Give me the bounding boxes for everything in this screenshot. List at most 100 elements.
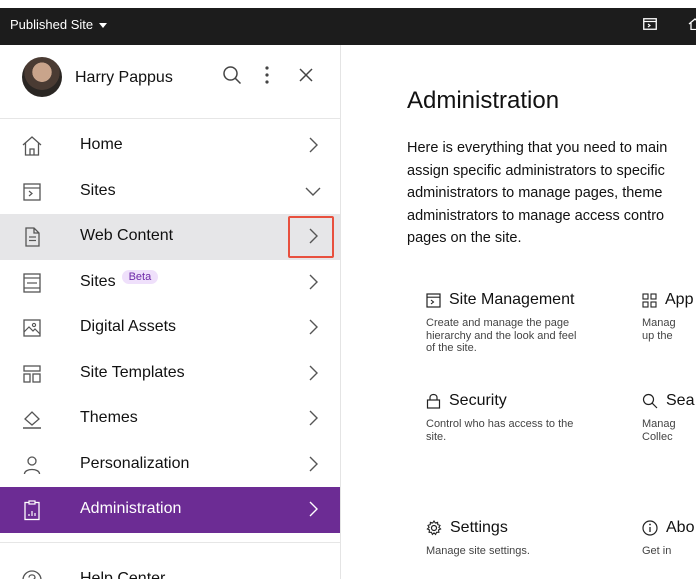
nav-item-label: Site Templates xyxy=(80,363,185,381)
caret-down-icon xyxy=(99,22,108,28)
card-apps[interactable]: App Manag up the xyxy=(642,291,693,342)
search-icon xyxy=(642,393,658,409)
nav-item-digital-assets[interactable]: Digital Assets xyxy=(0,305,340,351)
card-desc-line: Get in xyxy=(642,545,672,557)
home-icon xyxy=(22,136,42,156)
chevron-right-icon xyxy=(309,410,318,426)
nav-item-label: Themes xyxy=(80,409,138,426)
card-title: Security xyxy=(449,392,507,409)
clipboard-icon xyxy=(24,500,40,521)
nav-item-label: Sites xyxy=(80,181,116,199)
chevron-right-icon xyxy=(309,365,318,380)
chevron-right-icon xyxy=(309,137,318,153)
card-desc-line: Collec xyxy=(642,430,673,443)
nav-item-label: Administration xyxy=(80,500,182,517)
top-bar: Published Site xyxy=(0,0,696,45)
intro-line: pages on the site. xyxy=(407,230,522,246)
card-desc-line: of the site. xyxy=(426,342,477,354)
card-description: Manag Collec xyxy=(642,418,694,443)
card-description: Get in xyxy=(642,545,694,558)
card-search[interactable]: Sea Manag Collec xyxy=(642,392,694,443)
nav-item-personalization[interactable]: Personalization xyxy=(0,442,340,488)
nav-list: Home Sites Web Content Sites Beta Digita… xyxy=(0,123,340,533)
search-icon[interactable] xyxy=(222,65,242,85)
divider xyxy=(0,542,340,543)
card-desc-line: Create and manage the page xyxy=(426,317,570,329)
avatar[interactable] xyxy=(22,57,62,97)
nav-item-web-content[interactable]: Web Content xyxy=(0,214,340,260)
card-desc-line: Control who has access to the xyxy=(426,418,574,430)
nav-item-label: Web Content xyxy=(80,227,174,244)
card-about[interactable]: Abo Get in xyxy=(642,519,694,558)
main-content: Administration Here is everything that y… xyxy=(342,45,696,579)
nav-item-themes[interactable]: Themes xyxy=(0,396,340,442)
product-menu-sidebar: Harry Pappus Home Sites Web Content Site… xyxy=(0,45,341,579)
nav-item-home[interactable]: Home xyxy=(0,123,340,169)
intro-line: Here is everything that you need to main xyxy=(407,140,668,156)
nav-item-label: Personalization xyxy=(80,454,190,472)
nav-item-label: Digital Assets xyxy=(80,318,177,335)
nav-item-administration[interactable]: Administration xyxy=(0,487,340,533)
card-desc-line: up the xyxy=(642,329,673,342)
sites-beta-icon xyxy=(23,272,41,293)
info-circle-icon xyxy=(642,520,658,536)
close-icon[interactable] xyxy=(299,68,313,82)
nav-item-label: Sites Beta xyxy=(80,269,159,291)
user-header: Harry Pappus xyxy=(0,45,340,112)
intro-line: administrators to manage pages, theme xyxy=(407,185,663,201)
site-management-icon xyxy=(426,292,441,308)
card-description: Manage site settings. xyxy=(426,545,530,558)
sites-icon xyxy=(23,182,41,201)
card-settings[interactable]: Settings Manage site settings. xyxy=(426,519,530,558)
nav-item-label: Home xyxy=(80,136,123,153)
card-description: Create and manage the page hierarchy and… xyxy=(426,317,576,355)
card-desc-line: Manage site settings. xyxy=(426,545,530,557)
intro-line: assign specific administrators to specif… xyxy=(407,162,665,179)
card-title: Abo xyxy=(666,519,695,536)
card-description: Control who has access to the site. xyxy=(426,418,573,443)
card-desc-line: site. xyxy=(426,430,447,443)
user-name: Harry Pappus xyxy=(75,69,173,86)
page-title: Administration xyxy=(407,87,560,114)
nav-item-sites[interactable]: Sites xyxy=(0,169,340,215)
help-center-label: Help Center xyxy=(80,570,166,579)
card-title: Settings xyxy=(450,519,508,536)
nav-item-sites-beta[interactable]: Sites Beta xyxy=(0,260,340,306)
paint-bucket-icon xyxy=(23,411,41,429)
card-desc-line: hierarchy and the look and feel xyxy=(426,329,577,342)
chevron-down-icon xyxy=(305,187,321,196)
card-title: Site Management xyxy=(449,291,575,308)
card-site-management[interactable]: Site Management Create and manage the pa… xyxy=(426,291,576,355)
card-description: Manag up the xyxy=(642,317,693,342)
chevron-right-icon xyxy=(309,456,318,471)
chevron-right-icon xyxy=(309,274,318,289)
card-desc-line: Manag xyxy=(642,418,676,430)
intro-line: administrators to manage access contro xyxy=(407,207,665,224)
home-top-icon[interactable] xyxy=(688,18,696,30)
digital-assets-icon xyxy=(23,319,41,337)
user-icon xyxy=(23,455,41,474)
site-templates-icon xyxy=(23,364,41,383)
nav-item-site-templates[interactable]: Site Templates xyxy=(0,351,340,397)
intro-text: Here is everything that you need to main… xyxy=(407,137,696,250)
nav-item-help-center[interactable]: Help Center xyxy=(0,561,340,579)
kebab-menu-icon[interactable] xyxy=(264,65,270,85)
card-desc-line: Manag xyxy=(642,317,676,329)
chevron-right-icon xyxy=(309,319,318,335)
divider xyxy=(0,118,340,119)
site-switcher[interactable]: Published Site xyxy=(10,17,108,32)
top-strip xyxy=(0,0,696,8)
highlight-box xyxy=(288,216,334,258)
apps-icon xyxy=(642,292,657,308)
chevron-right-icon xyxy=(309,501,318,517)
card-security[interactable]: Security Control who has access to the s… xyxy=(426,392,573,443)
nav-item-label-text: Sites xyxy=(80,272,116,290)
web-content-icon xyxy=(25,227,40,247)
question-circle-icon xyxy=(22,570,42,579)
card-title: App xyxy=(665,291,694,308)
card-title: Sea xyxy=(666,392,695,409)
gear-icon xyxy=(426,520,442,536)
page-view-icon[interactable] xyxy=(643,18,657,30)
beta-badge: Beta xyxy=(121,269,159,284)
site-switcher-label: Published Site xyxy=(10,17,94,32)
